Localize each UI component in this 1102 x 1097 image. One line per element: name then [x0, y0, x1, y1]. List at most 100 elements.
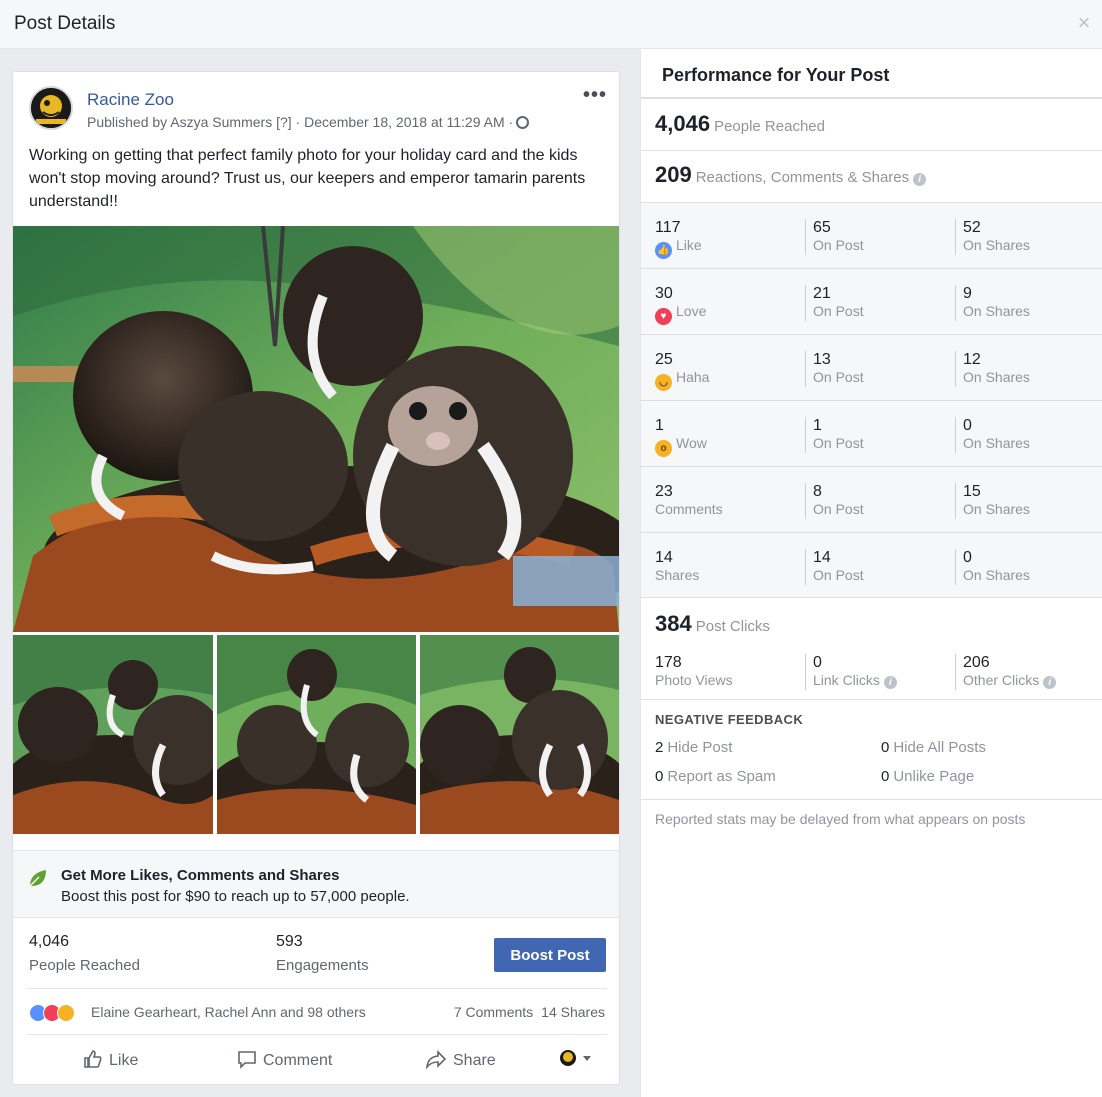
other-clicks-label: Other Clicks: [963, 672, 1040, 688]
wow-on-post: 1: [813, 417, 822, 434]
metric-on-post: 8 On Post: [805, 483, 864, 519]
on-shares-label: On Shares: [963, 369, 1030, 385]
hide-post-label: Hide Post: [667, 739, 733, 756]
info-icon[interactable]: i: [1043, 676, 1057, 689]
close-icon[interactable]: ×: [1074, 12, 1094, 34]
like-label: Like: [676, 237, 702, 253]
reactions-value: 209: [655, 162, 692, 187]
divider: [641, 699, 1102, 700]
comment-action-button[interactable]: Comment: [237, 1049, 332, 1070]
hide-post-value: 2: [655, 739, 664, 756]
metric-total: 30 ♥ Love: [655, 285, 706, 325]
dialog-title: Post Details: [14, 13, 116, 34]
love-on-post: 21: [813, 285, 831, 302]
photo-views-label: Photo Views: [655, 672, 733, 688]
on-shares-label: On Shares: [963, 237, 1030, 253]
post-as-selector[interactable]: [559, 1049, 599, 1068]
shares-count-link[interactable]: 14 Shares: [541, 1004, 605, 1020]
post-photo-main[interactable]: [13, 226, 619, 632]
reactions-summary[interactable]: Elaine Gearheart, Rachel Ann and 98 othe…: [27, 988, 607, 1034]
hide-all-value: 0: [881, 739, 890, 756]
wow-on-shares: 0: [963, 417, 972, 434]
divider: [641, 150, 1102, 151]
post-clicks-summary: 384 Post Clicks: [655, 611, 770, 637]
photo-views-value: 178: [655, 654, 682, 671]
metric-row-love: 30 ♥ Love 21 On Post 9 On Shares: [641, 268, 1102, 334]
wow-label: Wow: [676, 435, 707, 451]
people-reached-value: 4,046: [29, 933, 70, 950]
on-post-label: On Post: [813, 369, 864, 385]
on-post-label: On Post: [813, 567, 864, 583]
metric-on-shares: 52 On Shares: [955, 219, 1030, 255]
link-clicks-label-wrap: Link Clicks i: [813, 672, 897, 689]
info-icon[interactable]: i: [883, 676, 897, 689]
like-action-button[interactable]: Like: [83, 1049, 138, 1070]
haha-icon: ◡: [655, 374, 672, 391]
post-photo-thumb-1[interactable]: [13, 635, 213, 834]
reactions-label: Reactions, Comments & Shares: [695, 169, 910, 186]
unlike-value: 0: [881, 768, 890, 785]
reach-label: People Reached: [714, 118, 825, 135]
metric-total: 117 👍 Like: [655, 219, 702, 259]
on-post-label: On Post: [813, 435, 864, 451]
reach-value: 4,046: [655, 111, 711, 136]
share-action-button[interactable]: Share: [425, 1049, 496, 1070]
stats-delay-footnote: Reported stats may be delayed from what …: [655, 811, 1026, 827]
on-shares-label: On Shares: [963, 303, 1030, 319]
divider: [641, 799, 1102, 800]
love-label-wrap: ♥ Love: [655, 303, 706, 325]
like-icon: 👍: [655, 242, 672, 259]
byline-text: Published by Aszya Summers [?] · Decembe…: [87, 114, 514, 130]
love-icon: ♥: [655, 308, 672, 325]
metric-total: 23 Comments: [655, 483, 723, 519]
like-label-wrap: 👍 Like: [655, 237, 702, 259]
on-shares-label: On Shares: [963, 567, 1030, 583]
promo-title: Get More Likes, Comments and Shares: [61, 867, 340, 884]
other-clicks-value: 206: [963, 654, 990, 671]
engagements-label: Engagements: [276, 957, 369, 974]
post-photo-thumb-2[interactable]: [217, 635, 416, 834]
on-post-label: On Post: [813, 237, 864, 253]
thumbs-up-icon: [84, 1050, 102, 1068]
haha-total: 25: [655, 351, 673, 368]
link-clicks-metric: 0 Link Clicks i: [805, 654, 897, 690]
on-post-label: On Post: [813, 501, 864, 517]
info-icon[interactable]: i: [913, 173, 927, 186]
hide-all-label: Hide All Posts: [893, 739, 986, 756]
reactions-summary-metric: 209 Reactions, Comments & Shares i: [655, 162, 927, 188]
leaf-icon: [29, 870, 46, 887]
post-clicks-value: 384: [655, 611, 692, 636]
metric-on-post: 65 On Post: [805, 219, 864, 255]
like-on-post: 65: [813, 219, 831, 236]
post-clicks-label: Post Clicks: [695, 618, 770, 635]
wow-icon: o: [655, 440, 672, 457]
post-action-bar: Like Comment Share: [27, 1034, 607, 1082]
on-shares-label: On Shares: [963, 435, 1030, 451]
share-arrow-icon: [425, 1050, 447, 1070]
like-total: 117: [655, 219, 681, 236]
title-divider: [641, 97, 1102, 99]
other-clicks-label-wrap: Other Clicks i: [963, 672, 1057, 689]
unlike-page-metric: 0 Unlike Page: [881, 768, 974, 785]
hide-all-posts-metric: 0 Hide All Posts: [881, 739, 986, 756]
love-total: 30: [655, 285, 673, 302]
dialog-header: Post Details ×: [0, 0, 1102, 49]
unlike-label: Unlike Page: [893, 768, 975, 785]
post-photo-thumb-3[interactable]: [420, 635, 619, 834]
reaction-names[interactable]: Elaine Gearheart, Rachel Ann and 98 othe…: [91, 1004, 366, 1020]
like-on-shares: 52: [963, 219, 981, 236]
page-name-link[interactable]: Racine Zoo: [87, 90, 174, 110]
wow-total: 1: [655, 417, 664, 434]
page-avatar[interactable]: [29, 86, 73, 130]
performance-title: Performance for Your Post: [662, 65, 890, 85]
more-options-icon[interactable]: •••: [583, 84, 607, 107]
reach-summary: 4,046 People Reached: [655, 111, 825, 137]
on-shares-label: On Shares: [963, 501, 1030, 517]
boost-promo-banner[interactable]: Get More Likes, Comments and Shares Boos…: [13, 850, 619, 918]
comments-count-link[interactable]: 7 Comments: [454, 1004, 533, 1020]
metric-on-shares: 0 On Shares: [955, 549, 1030, 585]
comment-action-label: Comment: [263, 1052, 333, 1069]
wow-label-wrap: o Wow: [655, 435, 707, 457]
haha-icon: [57, 1004, 75, 1022]
boost-post-button[interactable]: Boost Post: [494, 938, 606, 972]
